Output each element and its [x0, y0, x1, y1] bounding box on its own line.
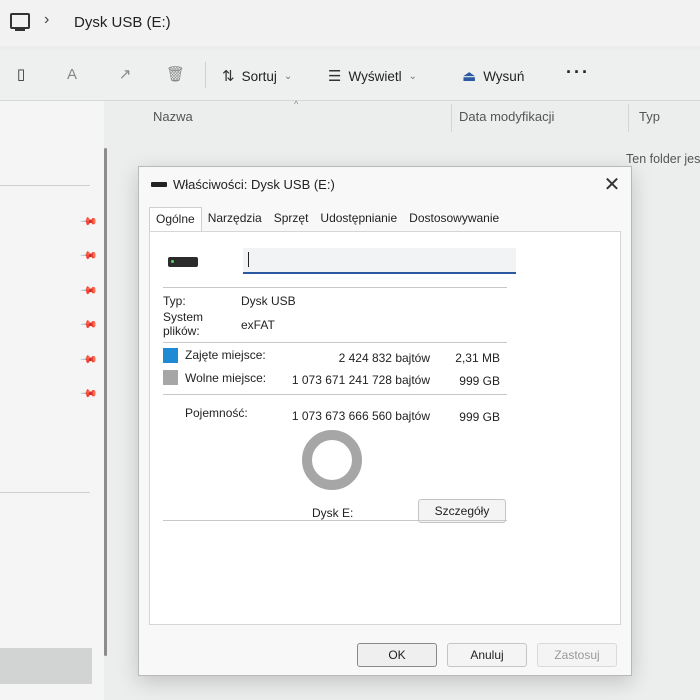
- free-space-label: Wolne miejsce:: [185, 371, 267, 385]
- column-header-type[interactable]: Typ: [639, 109, 660, 124]
- tab-customize[interactable]: Dostosowywanie: [403, 207, 505, 231]
- type-label: Typ:: [163, 294, 186, 308]
- tab-strip: Ogólne Narzędzia Sprzęt Udostępnianie Do…: [149, 207, 505, 235]
- volume-name-input[interactable]: [243, 248, 516, 274]
- properties-dialog: Właściwości: Dysk USB (E:) ✕ Ogólne Narz…: [138, 166, 632, 676]
- chevron-down-icon: ⌄: [408, 70, 417, 82]
- toolbar-divider: [205, 62, 206, 88]
- view-button[interactable]: ☰ Wyświetl ⌄: [328, 66, 417, 86]
- nav-divider: [0, 185, 90, 186]
- usb-drive-icon: [168, 257, 198, 267]
- free-space-size: 999 GB: [459, 374, 500, 388]
- tab-hardware[interactable]: Sprzęt: [268, 207, 315, 231]
- sort-indicator-icon: ^: [294, 99, 299, 109]
- used-space-size: 2,31 MB: [455, 351, 500, 365]
- text-cursor: [248, 252, 249, 267]
- command-bar: ▯ A ↗ 🗑 ⇅ Sortuj ⌄ ☰ Wyświetl ⌄ ⏏ Wysuń: [0, 50, 700, 101]
- pin-icon[interactable]: 📌: [79, 212, 98, 231]
- column-header-date[interactable]: Data modyfikacji: [459, 109, 554, 124]
- nav-item-selected[interactable]: [0, 648, 92, 684]
- apply-button[interactable]: Zastosuj: [537, 643, 617, 667]
- pin-icon[interactable]: 📌: [79, 281, 98, 300]
- free-space-bytes: 1 073 671 241 728 bajtów: [291, 373, 430, 387]
- tab-tools[interactable]: Narzędzia: [202, 207, 268, 231]
- tab-sharing[interactable]: Udostępnianie: [314, 207, 403, 231]
- breadcrumb[interactable]: Dysk USB (E:): [74, 14, 171, 31]
- empty-folder-message: Ten folder jes: [626, 152, 700, 166]
- view-list-icon: ☰: [328, 68, 342, 85]
- sort-label: Sortuj: [241, 68, 277, 84]
- chevron-right-icon: ›: [44, 11, 50, 28]
- more-options-icon[interactable]: ···: [566, 62, 590, 83]
- rename-icon[interactable]: A: [63, 66, 81, 84]
- capacity-bytes: 1 073 673 666 560 bajtów: [291, 409, 430, 423]
- cancel-button[interactable]: Anuluj: [447, 643, 527, 667]
- this-pc-icon[interactable]: [10, 13, 30, 31]
- view-label: Wyświetl: [348, 68, 402, 84]
- dialog-title: Właściwości: Dysk USB (E:): [173, 177, 335, 192]
- close-icon[interactable]: ✕: [601, 175, 623, 197]
- filesystem-value: exFAT: [241, 318, 275, 332]
- chevron-down-icon: ⌄: [283, 70, 293, 82]
- pin-icon[interactable]: 📌: [79, 350, 98, 369]
- column-divider[interactable]: [628, 104, 629, 132]
- pin-icon[interactable]: 📌: [79, 384, 98, 403]
- drive-letter-label: Dysk E:: [312, 506, 354, 520]
- sort-icon: ⇅: [222, 68, 235, 85]
- free-space-swatch: [163, 370, 178, 385]
- ok-button[interactable]: OK: [357, 643, 437, 667]
- pin-icon[interactable]: 📌: [79, 315, 98, 334]
- eject-icon: ⏏: [462, 68, 477, 85]
- pin-icon[interactable]: 📌: [79, 246, 98, 265]
- divider: [163, 394, 507, 395]
- nav-divider: [0, 492, 90, 493]
- navigation-pane: 📌 📌 📌 📌 📌 📌: [0, 101, 104, 700]
- filesystem-label-2: plików:: [163, 324, 200, 338]
- divider: [163, 520, 507, 521]
- divider: [163, 342, 507, 343]
- drive-title-icon: [151, 182, 167, 187]
- used-space-bytes: 2 424 832 bajtów: [338, 351, 430, 365]
- column-header-name[interactable]: Nazwa: [153, 109, 193, 124]
- clipboard-icon[interactable]: ▯: [12, 66, 30, 84]
- nav-scrollbar[interactable]: [104, 148, 107, 656]
- sort-button[interactable]: ⇅ Sortuj ⌄: [222, 66, 292, 86]
- filesystem-label: System: [163, 310, 204, 324]
- divider: [163, 287, 507, 288]
- capacity-size: 999 GB: [459, 410, 500, 424]
- eject-label: Wysuń: [483, 68, 525, 84]
- delete-icon[interactable]: 🗑: [166, 66, 185, 84]
- used-space-swatch: [163, 348, 178, 363]
- used-space-label: Zajęte miejsce:: [185, 348, 266, 362]
- usage-donut-chart: [302, 430, 362, 490]
- address-bar[interactable]: › Dysk USB (E:): [0, 0, 700, 46]
- general-tab-panel: Typ: Dysk USB System plików: exFAT Zajęt…: [149, 231, 621, 625]
- capacity-label: Pojemność:: [185, 406, 248, 420]
- type-value: Dysk USB: [241, 294, 296, 308]
- column-divider[interactable]: [451, 104, 452, 132]
- share-icon[interactable]: ↗: [116, 66, 134, 84]
- eject-button[interactable]: ⏏ Wysuń: [462, 66, 524, 86]
